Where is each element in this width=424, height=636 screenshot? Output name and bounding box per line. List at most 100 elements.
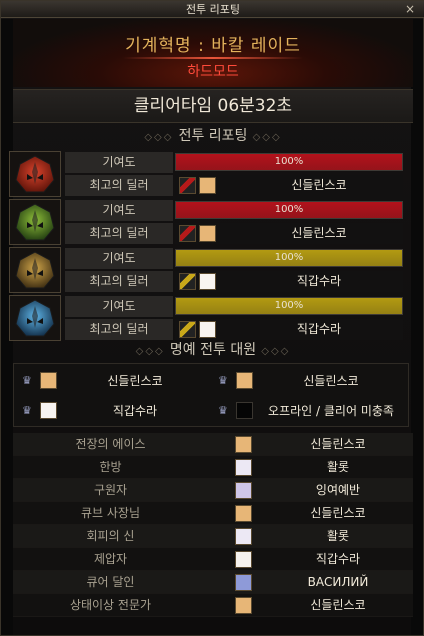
contribution-line: 기여도 100% <box>65 296 407 317</box>
award-row[interactable]: 큐어 달인 ВАСИЛИЙ <box>13 571 413 594</box>
character-avatar-icon <box>235 574 252 591</box>
contribution-label: 기여도 <box>65 296 173 317</box>
character-avatar-icon <box>235 597 252 614</box>
award-row[interactable]: 제압자 직갑수라 <box>13 548 413 571</box>
character-avatar-icon <box>199 321 216 338</box>
clear-time: 클리어타임 06분32초 <box>13 89 413 123</box>
award-row[interactable]: 상태이상 전문가 신들린스코 <box>13 594 413 617</box>
raid-header: 기계혁명 : 바칼 레이드 하드모드 <box>13 19 413 87</box>
award-title: 구원자 <box>93 483 128 497</box>
white-avatar-icon <box>40 402 57 419</box>
trophy-icon: ♛ <box>22 404 32 417</box>
character-avatar-icon <box>235 505 252 522</box>
honor-member[interactable]: ♛ 신들린스코 <box>16 368 210 394</box>
contribution-line: 기여도 100% <box>65 200 407 221</box>
award-winner-name: 활롯 <box>326 529 350 543</box>
contribution-bar: 100% <box>175 153 403 171</box>
green-boss-icon <box>9 199 61 245</box>
contribution-line: 기여도 100% <box>65 152 407 173</box>
award-title: 제압자 <box>93 552 128 566</box>
character-avatar-icon <box>199 225 216 242</box>
contribution-value: 100% <box>274 300 304 311</box>
character-avatar-icon <box>235 482 252 499</box>
top-dealer-label: 최고의 딜러 <box>65 271 173 292</box>
contribution-label: 기여도 <box>65 152 173 173</box>
award-row[interactable]: 큐브 사장님 신들린스코 <box>13 502 413 525</box>
honor-section-title: ◇◇◇ 명예 전투 대원 ◇◇◇ <box>135 342 291 358</box>
character-avatar-icon <box>235 551 252 568</box>
award-winner-name: 잉여예반 <box>315 483 361 497</box>
header-divider <box>123 57 303 59</box>
party-row: 기여도 100% 최고의 딜러 직갑수라 <box>9 247 407 293</box>
honor-member-name: 신들린스코 <box>303 374 359 388</box>
contribution-bar: 100% <box>175 297 403 315</box>
award-winner-name: 활롯 <box>326 460 350 474</box>
red-boss-icon <box>9 151 61 197</box>
top-dealer-name: 직갑수라 <box>296 274 342 288</box>
character-avatar-icon <box>199 273 216 290</box>
report-section-label: 전투 리포팅 <box>178 128 248 144</box>
top-dealer-line: 최고의 딜러 신들린스코 <box>65 175 407 196</box>
window-title: 전투 리포팅 <box>185 3 241 16</box>
honor-member[interactable]: ♛ 신들린스코 <box>212 368 406 394</box>
top-dealer-label: 최고의 딜러 <box>65 319 173 340</box>
top-dealer[interactable]: 직갑수라 <box>175 319 403 340</box>
top-dealer[interactable]: 신들린스코 <box>175 223 403 244</box>
contribution-bar: 100% <box>175 249 403 267</box>
honor-member[interactable]: ♛ 오프라인 / 클리어 미충족 <box>212 398 406 424</box>
top-dealer-line: 최고의 딜러 직갑수라 <box>65 271 407 292</box>
award-row[interactable]: 구원자 잉여예반 <box>13 479 413 502</box>
award-row[interactable]: 한방 활롯 <box>13 456 413 479</box>
award-title: 한방 <box>99 460 122 474</box>
gold-boss-icon <box>9 247 61 293</box>
contribution-value: 100% <box>274 156 304 167</box>
contribution-value: 100% <box>274 204 304 215</box>
weapon-icon <box>179 321 196 338</box>
character-avatar-icon <box>235 436 252 453</box>
honor-member-name: 신들린스코 <box>107 374 163 388</box>
contribution-value: 100% <box>274 252 304 263</box>
top-dealer[interactable]: 신들린스코 <box>175 175 403 196</box>
award-row[interactable]: 회피의 신 활롯 <box>13 525 413 548</box>
award-list: 전장의 에이스 신들린스코 한방 활롯 구원자 잉여예반 큐브 사장님 신들린스… <box>13 433 413 617</box>
top-dealer-line: 최고의 딜러 신들린스코 <box>65 223 407 244</box>
top-dealer[interactable]: 직갑수라 <box>175 271 403 292</box>
blue-boss-icon <box>9 295 61 341</box>
blonde-avatar-icon <box>236 372 253 389</box>
contribution-bar: 100% <box>175 201 403 219</box>
weapon-icon <box>179 225 196 242</box>
title-bar[interactable]: 전투 리포팅 × <box>1 1 424 18</box>
top-dealer-name: 신들린스코 <box>291 178 347 192</box>
award-title: 회피의 신 <box>86 529 135 543</box>
party-row: 기여도 100% 최고의 딜러 신들린스코 <box>9 199 407 245</box>
empty-avatar-icon <box>236 402 253 419</box>
character-avatar-icon <box>199 177 216 194</box>
award-row[interactable]: 전장의 에이스 신들린스코 <box>13 433 413 456</box>
contribution-label: 기여도 <box>65 248 173 269</box>
award-title: 상태이상 전문가 <box>69 598 152 612</box>
trophy-icon: ♛ <box>218 404 228 417</box>
award-winner-name: ВАСИЛИЙ <box>307 575 369 589</box>
weapon-icon <box>179 273 196 290</box>
party-row: 기여도 100% 최고의 딜러 신들린스코 <box>9 151 407 197</box>
top-dealer-name: 신들린스코 <box>291 226 347 240</box>
top-dealer-name: 직갑수라 <box>296 322 342 336</box>
raid-title: 기계혁명 : 바칼 레이드 <box>125 36 301 56</box>
character-avatar-icon <box>235 459 252 476</box>
top-dealer-label: 최고의 딜러 <box>65 223 173 244</box>
battle-report-window: 전투 리포팅 × 기계혁명 : 바칼 레이드 하드모드 클리어타임 06분32초… <box>0 0 424 636</box>
award-winner-name: 직갑수라 <box>315 552 361 566</box>
award-winner-name: 신들린스코 <box>310 437 366 451</box>
trophy-icon: ♛ <box>218 374 228 387</box>
award-title: 큐브 사장님 <box>80 506 140 520</box>
report-section-title: ◇◇◇ 전투 리포팅 ◇◇◇ <box>144 128 282 144</box>
honor-member[interactable]: ♛ 직갑수라 <box>16 398 210 424</box>
top-dealer-line: 최고의 딜러 직갑수라 <box>65 319 407 340</box>
character-avatar-icon <box>235 528 252 545</box>
honor-members-panel: ♛ 신들린스코 ♛ 신들린스코 ♛ 직갑수라 ♛ 오프라인 / 클리어 미충족 <box>13 363 409 427</box>
weapon-icon <box>179 177 196 194</box>
contribution-line: 기여도 100% <box>65 248 407 269</box>
close-button[interactable]: × <box>403 2 417 16</box>
award-winner-name: 신들린스코 <box>310 598 366 612</box>
award-title: 큐어 달인 <box>86 575 135 589</box>
